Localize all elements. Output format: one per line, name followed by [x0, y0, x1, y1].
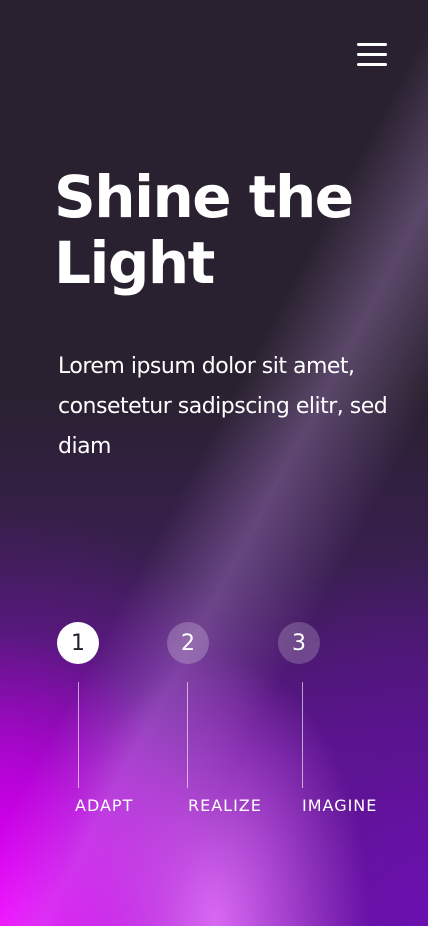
step-connector-line [302, 682, 303, 788]
step-number-badge[interactable]: 1 [57, 622, 99, 664]
hero-title: Shine the Light [54, 163, 354, 297]
step-number-badge[interactable]: 2 [167, 622, 209, 664]
menu-bar-bottom [357, 63, 387, 66]
step-connector-line [78, 682, 79, 788]
hero-description: Lorem ipsum dolor sit amet, consetetur s… [58, 354, 388, 459]
step-label[interactable]: REALIZE [188, 796, 262, 815]
step-label[interactable]: ADAPT [75, 796, 133, 815]
step-connector-line [187, 682, 188, 788]
hamburger-menu-icon[interactable] [357, 43, 387, 67]
menu-bar-top [357, 43, 387, 46]
menu-bar-middle [357, 53, 387, 56]
step-label[interactable]: IMAGINE [302, 796, 377, 815]
step-number-badge[interactable]: 3 [278, 622, 320, 664]
